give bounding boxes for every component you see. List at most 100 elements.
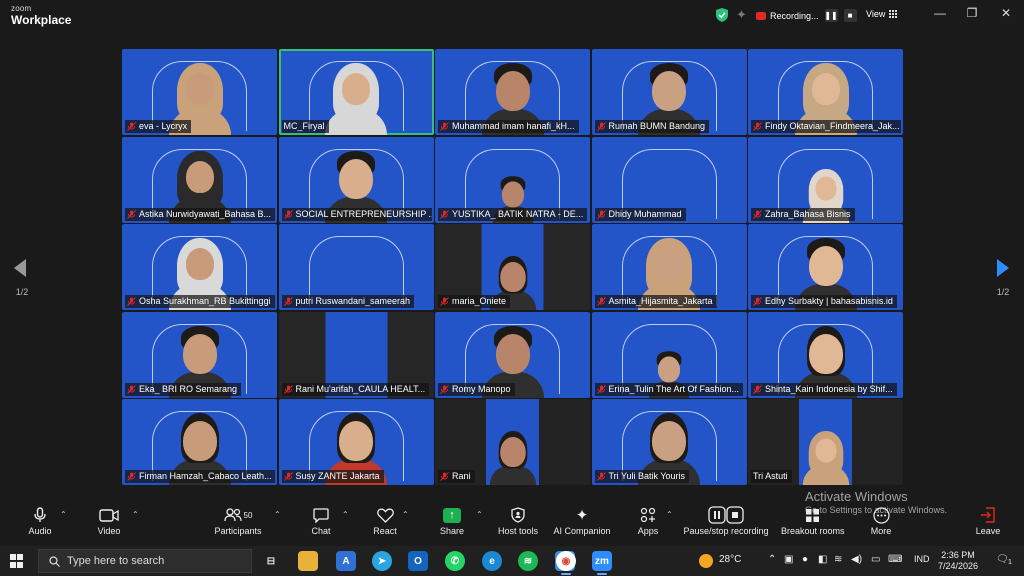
background-banner [748,315,903,322]
apps-options-chevron-icon[interactable]: ⌃ [666,510,673,519]
video-button[interactable]: Video [94,504,124,544]
react-button[interactable]: React [370,504,400,544]
file-explorer-icon[interactable] [298,551,318,571]
background-banner [435,52,590,59]
participant-tile[interactable]: Zahra_Bahasa Bisnis [748,136,903,223]
participant-name: eva - Lycryx [125,120,192,133]
participant-tile[interactable]: SOCIAL ENTREPRENEURSHIP ... [278,136,434,223]
participant-tile[interactable]: Rani Mu'arifah_CAULA HEALT... [278,311,434,398]
pause-icon[interactable]: ❚❚ [824,9,838,22]
participant-tile[interactable]: Rumah BUMN Bandung [591,49,747,135]
participants-options-chevron-icon[interactable]: ⌃ [274,510,281,519]
task-view-icon[interactable]: ⊟ [261,551,281,571]
background-banner [748,227,903,234]
share-button[interactable]: ↑ Share [438,504,466,544]
search-icon [49,555,60,567]
telegram-icon[interactable]: ➤ [372,551,392,571]
stop-icon[interactable]: ■ [843,9,857,22]
participant-tile[interactable]: Shinta_Kain Indonesia by Shif... [748,311,903,398]
video-options-chevron-icon[interactable]: ⌃ [132,510,139,519]
weather-sun-icon[interactable] [699,554,713,568]
audio-options-chevron-icon[interactable]: ⌃ [60,510,67,519]
edge-browser-icon[interactable]: e [482,551,502,571]
apps-button[interactable]: Apps [634,504,662,544]
participant-tile[interactable]: Eka_ BRI RO Semarang [122,311,277,398]
azure-data-studio-icon[interactable]: A [336,551,356,571]
participant-name: MC_Firyal [281,120,329,133]
keyboard-icon[interactable]: ⌨ [888,554,902,565]
audio-button[interactable]: Audio [24,504,56,544]
participant-name-text: MC_Firyal [283,121,325,131]
shield-icon[interactable] [716,8,728,22]
spotify-icon[interactable]: ≋ [518,551,538,571]
background-banner [592,315,747,322]
view-label: View [866,9,886,19]
background-banner [435,315,590,322]
tray-zoom-icon[interactable]: ◧ [818,554,827,565]
participant-tile[interactable]: Romy Manopo [435,311,590,398]
participant-tile[interactable]: Edhy Surbakty | bahasabisnis.id [748,224,903,310]
ai-sparkle-icon[interactable]: ✦ [736,8,749,22]
participant-tile[interactable]: Dhidy Muhammad [591,136,747,223]
background-banner [122,52,277,59]
participant-tile[interactable]: putri Ruswandani_sameerah [278,224,434,310]
leave-button[interactable]: Leave [975,504,1001,544]
participant-tile[interactable]: Susy ZANTE Jakarta [278,399,434,485]
share-options-chevron-icon[interactable]: ⌃ [476,510,483,519]
participant-tile[interactable]: Rani [435,399,590,485]
participant-tile[interactable]: Findy Oktavian_Findmeera_Jak... [748,49,903,135]
participant-name-text: Dhidy Muhammad [608,208,682,219]
participant-tile[interactable]: Muhammad imam hanafi_kH... [435,49,590,135]
participants-button[interactable]: 50 Participants [212,504,264,544]
participant-tile[interactable]: MC_Firyal [278,49,434,135]
battery-icon[interactable]: ▭ [871,554,880,565]
participant-tile[interactable]: Tri Yuli Batik Youris [591,399,747,485]
tray-overflow-chevron-icon[interactable]: ⌃ [768,554,776,565]
outlook-icon[interactable]: O [408,551,428,571]
participants-label: Participants [214,526,262,536]
recording-label: Recording... [770,10,819,21]
participant-name: Eka_ BRI RO Semarang [125,382,242,396]
restore-button[interactable]: ❐ [962,6,982,20]
participant-name-text: Firman Hamzah_Cabaco Leath... [139,471,272,481]
participant-tile[interactable]: Firman Hamzah_Cabaco Leath... [122,399,277,485]
react-options-chevron-icon[interactable]: ⌃ [402,510,409,519]
participant-tile[interactable]: Erina_Tulin The Art Of Fashion... [591,311,747,398]
participant-tile[interactable]: Tri Astuti [748,399,903,485]
input-language[interactable]: IND [914,554,930,564]
participant-tile[interactable]: maria_Oniete [435,224,590,310]
weather-temperature[interactable]: 28°C [719,554,741,565]
participant-tile[interactable]: eva - Lycryx [122,49,277,135]
notifications-icon[interactable]: 🗨︎ [996,554,1009,565]
zoom-logo: zoom Workplace [11,5,71,27]
mic-muted-icon [283,209,293,219]
wifi-icon[interactable]: ≋ [834,554,842,565]
tray-mic-icon[interactable]: ● [802,554,808,565]
tray-app-icon[interactable]: ▣ [784,554,793,565]
chat-options-chevron-icon[interactable]: ⌃ [342,510,349,519]
volume-icon[interactable]: ◀) [851,554,862,565]
participant-name-text: Findy Oktavian_Findmeera_Jak... [765,121,900,131]
clock-date: 7/24/2026 [938,561,979,571]
chrome-icon[interactable]: ◉ [556,551,576,575]
next-page-arrow-icon[interactable] [997,259,1009,277]
participant-tile[interactable]: Astika Nurwidyawati_Bahasa B... [122,136,277,223]
taskbar-search[interactable]: Type here to search [38,549,252,573]
participant-tile[interactable]: Asmita_Hijasmita_Jakarta [591,224,747,310]
minimize-button[interactable]: — [930,6,950,20]
participant-tile[interactable]: YUSTIKA_ BATIK NATRA - DE... [435,136,590,223]
chat-button[interactable]: Chat [308,504,334,544]
prev-page-arrow-icon[interactable] [14,259,26,277]
recording-indicator[interactable]: Recording... ❚❚ ■ [756,9,857,22]
participant-tile[interactable]: Osha Surakhman_RB Bukittinggi [122,224,277,310]
view-button[interactable]: View [866,9,898,19]
windows-start-icon[interactable] [10,554,24,568]
participant-name-text: Muhammad imam hanafi_kH... [452,121,575,131]
close-button[interactable]: ✕ [996,6,1016,20]
host-tools-button[interactable]: Host tools [496,504,540,544]
whatsapp-icon[interactable]: ✆ [445,551,465,571]
taskbar-clock[interactable]: 2:36 PM 7/24/2026 [938,550,978,572]
ai-companion-button[interactable]: ✦ AI Companion [553,504,611,544]
zoom-app-icon[interactable]: zm [592,551,612,575]
recording-controls-button[interactable]: Pause/stop recording [683,504,769,544]
